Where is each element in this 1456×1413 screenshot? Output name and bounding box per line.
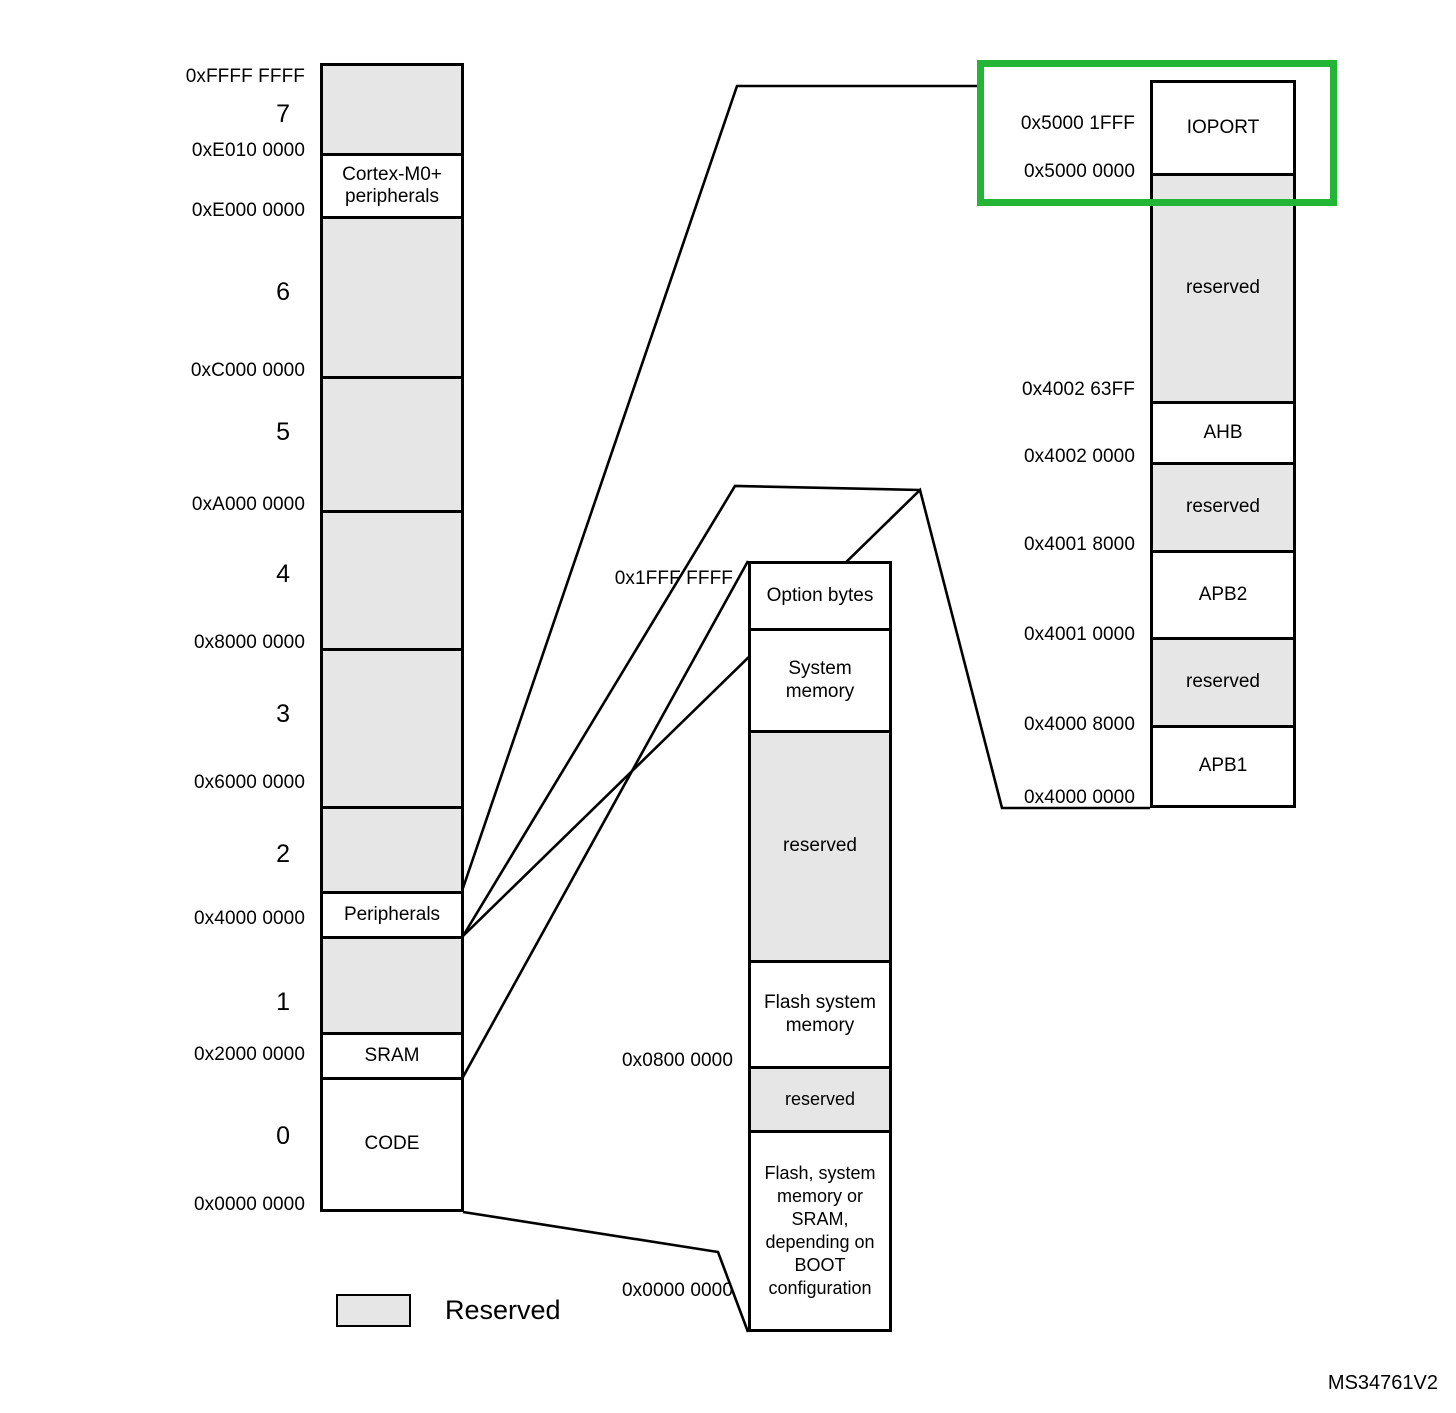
legend-reserved-label: Reserved (445, 1295, 561, 1325)
middle-band-reserved-upper-label: reserved (783, 835, 857, 857)
left-region-index-0: 0 (276, 1122, 290, 1150)
middle-band-reserved-lower: reserved (751, 1066, 889, 1130)
right-band-reserved-top: reserved (1153, 173, 1293, 401)
left-band-region7 (323, 66, 461, 153)
legend: Reserved (336, 1294, 561, 1327)
ioport-highlight-box (977, 60, 1337, 206)
middle-band-system-memory-label: System memory (785, 658, 855, 702)
middle-band-flash-system-memory: Flash system memory (751, 960, 889, 1066)
left-band-code: CODE (323, 1077, 461, 1209)
middle-addr-1fffffff: 0x1FFF FFFF (614, 568, 733, 589)
left-band-peripherals-label: Peripherals (343, 903, 441, 925)
left-region-index-4: 4 (276, 560, 290, 588)
right-addr-40000000: 0x4000 0000 (1024, 787, 1135, 808)
right-band-apb2: APB2 (1153, 550, 1293, 637)
code-area-detail-column: Option bytes System memory reserved Flas… (748, 561, 892, 1332)
left-region-index-1: 1 (276, 988, 290, 1016)
left-addr-e0000000: 0xE000 0000 (191, 200, 305, 221)
left-addr-a0000000: 0xA000 0000 (191, 494, 305, 515)
left-band-region4 (323, 510, 461, 648)
middle-band-boot-configurable: Flash, system memory or SRAM, depending … (751, 1130, 889, 1329)
right-band-reserved-apb2-apb1: reserved (1153, 637, 1293, 725)
left-addr-e0100000: 0xE010 0000 (191, 140, 305, 161)
left-band-cortex-peripherals-label: Cortex-M0+ peripherals (342, 163, 442, 207)
middle-addr-08000000: 0x0800 0000 (622, 1050, 733, 1071)
right-band-apb2-label: APB2 (1198, 583, 1248, 605)
right-addr-400263ff: 0x4002 63FF (1021, 379, 1135, 400)
left-band-code-label: CODE (364, 1133, 420, 1155)
left-band-region3 (323, 648, 461, 806)
right-addr-40020000: 0x4002 0000 (1024, 446, 1135, 467)
middle-band-system-memory: System memory (751, 628, 889, 730)
left-addr-00000000: 0x0000 0000 (194, 1194, 305, 1215)
left-addr-ffffffff: 0xFFFF FFFF (185, 66, 305, 87)
right-band-reserved-top-label: reserved (1186, 277, 1260, 299)
figure-reference-code: MS34761V2 (1327, 1372, 1438, 1394)
middle-band-boot-configurable-label: Flash, system memory or SRAM, depending … (764, 1162, 876, 1299)
left-addr-80000000: 0x8000 0000 (194, 632, 305, 653)
middle-band-reserved-lower-label: reserved (784, 1088, 856, 1109)
right-addr-40010000: 0x4001 0000 (1024, 624, 1135, 645)
right-band-reserved-ahb-apb2-label: reserved (1186, 496, 1260, 518)
left-region-index-6: 6 (276, 278, 290, 306)
right-band-reserved-ahb-apb2: reserved (1153, 462, 1293, 550)
cortex-address-space-column: Cortex-M0+ peripherals Peripherals SRAM … (320, 63, 464, 1212)
middle-band-option-bytes-label: Option bytes (766, 584, 874, 606)
middle-band-flash-system-memory-label: Flash system memory (764, 992, 876, 1036)
right-band-ahb-label: AHB (1203, 421, 1243, 443)
right-band-apb1-label: APB1 (1198, 755, 1248, 777)
left-band-region5 (323, 376, 461, 510)
middle-band-reserved-upper: reserved (751, 730, 889, 960)
left-region-index-5: 5 (276, 418, 290, 446)
left-band-peripherals: Peripherals (323, 891, 461, 936)
right-band-apb1: APB1 (1153, 725, 1293, 805)
left-addr-60000000: 0x6000 0000 (194, 772, 305, 793)
memory-map-diagram: Cortex-M0+ peripherals Peripherals SRAM … (0, 0, 1456, 1413)
right-band-ahb: AHB (1153, 401, 1293, 462)
middle-band-option-bytes: Option bytes (751, 564, 889, 628)
right-band-reserved-apb2-apb1-label: reserved (1186, 671, 1260, 693)
left-region-index-7: 7 (276, 100, 290, 128)
left-addr-20000000: 0x2000 0000 (194, 1044, 305, 1065)
reserved-swatch-icon (336, 1294, 411, 1327)
left-band-cortex-peripherals: Cortex-M0+ peripherals (323, 153, 461, 216)
left-band-sram: SRAM (323, 1032, 461, 1077)
left-band-sram-label: SRAM (364, 1044, 420, 1066)
right-addr-40008000: 0x4000 8000 (1024, 714, 1135, 735)
left-region-index-3: 3 (276, 700, 290, 728)
left-band-region1 (323, 936, 461, 1032)
left-region-index-2: 2 (276, 840, 290, 868)
right-addr-40018000: 0x4001 8000 (1024, 534, 1135, 555)
left-addr-c0000000: 0xC000 0000 (190, 360, 305, 381)
left-addr-40000000: 0x4000 0000 (194, 908, 305, 929)
left-band-region6 (323, 216, 461, 376)
left-band-region2 (323, 806, 461, 891)
